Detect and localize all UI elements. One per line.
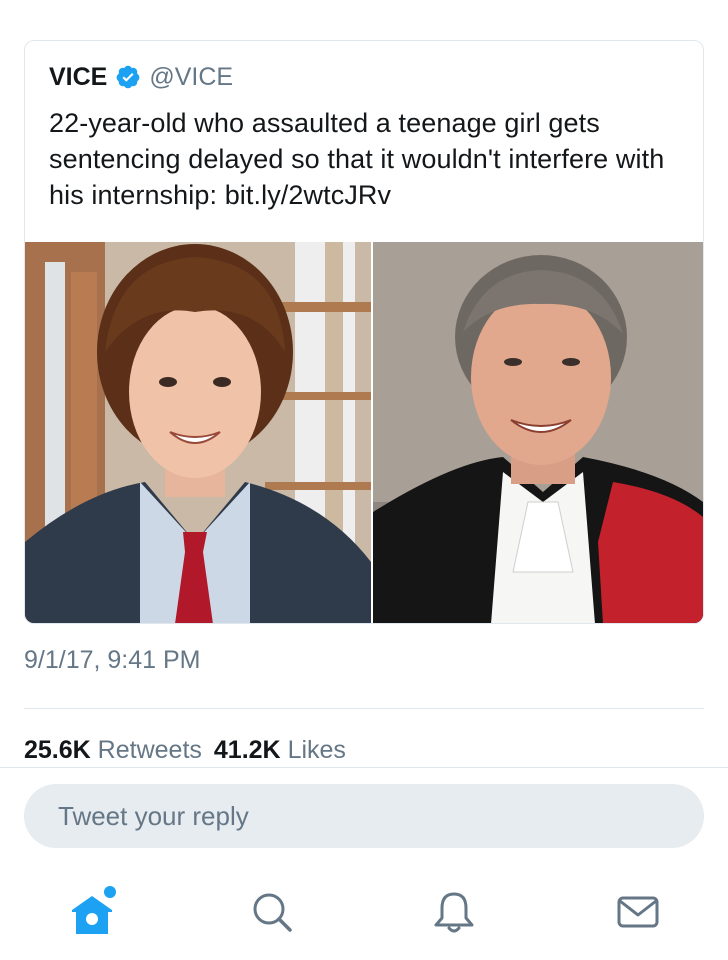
author-name[interactable]: VICE [49,61,107,93]
likes-stat[interactable]: 41.2K Likes [214,736,346,764]
tweet-header: VICE @VICE 22-year-old who assaulted a t… [25,41,703,241]
author-handle[interactable]: @VICE [149,61,233,93]
reply-input[interactable]: Tweet your reply [24,784,704,848]
tweet-timestamp: 9/1/17, 9:41 PM [24,646,201,674]
bottom-tab-bar [0,872,728,960]
tweet-card[interactable]: VICE @VICE 22-year-old who assaulted a t… [24,40,704,624]
home-icon [72,886,116,934]
likes-label: Likes [287,736,346,764]
retweets-label: Retweets [97,736,202,764]
tweet-media[interactable] [25,242,703,623]
notifications-icon [434,892,474,933]
retweets-stat[interactable]: 25.6K Retweets [24,736,202,764]
divider [24,708,704,709]
tweet-author[interactable]: VICE @VICE [49,61,679,93]
new-content-dot [104,886,116,898]
likes-count: 41.2K [213,736,281,764]
verified-badge-icon [116,65,140,89]
photo-young-man-image [25,242,371,623]
search-icon [253,893,292,932]
tab-messages[interactable] [608,882,668,942]
messages-icon [617,896,659,928]
reply-placeholder: Tweet your reply [58,800,249,831]
photo-judge-image [373,242,703,623]
tab-search[interactable] [242,882,302,942]
tab-notifications[interactable] [424,882,484,942]
retweets-count: 25.6K [24,736,91,764]
media-photo-young-man[interactable] [25,242,371,623]
tab-home[interactable] [62,882,122,942]
tweet-stats: 25.6K Retweets 41.2K Likes [24,736,346,765]
divider [0,767,728,768]
media-photo-judge[interactable] [373,242,703,623]
tweet-text: 22-year-old who assaulted a teenage girl… [49,108,665,210]
